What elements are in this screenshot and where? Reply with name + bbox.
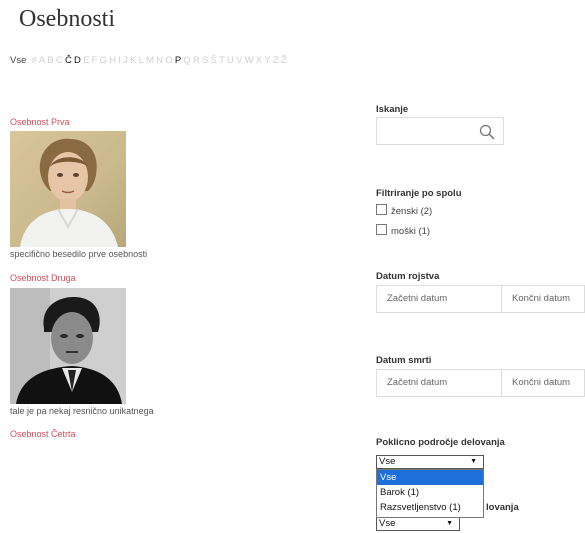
alphabet-letter-link[interactable]: C <box>56 55 63 66</box>
alphabet-letter-link[interactable]: N <box>156 55 163 66</box>
dropdown-arrow-icon[interactable]: ▼ <box>470 456 477 468</box>
search-label: Iskanje <box>376 104 409 115</box>
alphabet-letter-link[interactable]: H <box>109 55 116 66</box>
field-select[interactable]: Vse ▼ <box>376 455 484 469</box>
alphabet-letter-link[interactable]: P <box>175 55 181 66</box>
page-title: Osebnosti <box>19 6 115 32</box>
alphabet-letter-link[interactable]: D <box>74 55 81 66</box>
person-description: specifično besedilo prve osebnosti <box>10 249 148 259</box>
alphabet-letter-link[interactable]: S <box>202 55 208 66</box>
alphabet-letter-link[interactable]: V <box>236 55 242 66</box>
person-name[interactable]: Osebnost Druga <box>10 273 76 283</box>
dropdown-option[interactable]: Razsvetljenstvo (1) <box>377 500 483 515</box>
alphabet-letter-link[interactable]: Q <box>183 55 190 66</box>
alphabet-letter-link[interactable]: T <box>219 55 225 66</box>
alphabet-letter-link[interactable]: R <box>193 55 200 66</box>
woman-portrait-painting <box>10 131 126 247</box>
checkbox-icon[interactable] <box>376 224 387 235</box>
alphabet-letter-link[interactable]: O <box>165 55 172 66</box>
alphabet-letter-link[interactable]: # <box>31 55 36 66</box>
search-icon[interactable] <box>479 124 495 140</box>
alphabet-letter-link[interactable]: F <box>92 55 98 66</box>
alphabet-letter-link[interactable]: L <box>139 55 144 66</box>
man-portrait-photo <box>10 288 126 404</box>
person-photo[interactable] <box>10 288 126 404</box>
death-date-label: Datum smrti <box>376 355 432 366</box>
death-date-range: Začetni datum Končni datum <box>376 369 585 397</box>
dropdown-option[interactable]: Vse <box>377 470 483 485</box>
alphabet-letter-link[interactable]: M <box>146 55 154 66</box>
alphabet-letter-link[interactable]: Š <box>211 55 217 66</box>
person-name[interactable]: Osebnost Četrta <box>10 429 76 439</box>
alphabet-filter: Vse # A B C Č D E F G H I J K L M N O P Q R S Š T U V W X Y Z Ž <box>10 55 289 66</box>
checkbox-icon[interactable] <box>376 204 387 215</box>
person-name[interactable]: Osebnost Prva <box>10 117 70 127</box>
birth-date-label: Datum rojstva <box>376 271 440 282</box>
person-name-link[interactable]: Osebnost Druga <box>10 273 76 283</box>
death-end-date-input[interactable]: Končni datum <box>502 369 585 397</box>
alphabet-letter-link[interactable]: J <box>123 55 128 66</box>
person-name-link[interactable]: Osebnost Prva <box>10 117 70 127</box>
alphabet-letter-link[interactable]: W <box>245 55 254 66</box>
alphabet-all-link[interactable]: Vse <box>10 55 26 66</box>
alphabet-letter-link[interactable]: A <box>39 55 45 66</box>
alphabet-letter-link[interactable]: G <box>100 55 107 66</box>
alphabet-letter-link[interactable]: Y <box>264 55 270 66</box>
alphabet-letter-link[interactable]: B <box>47 55 53 66</box>
field-filter-label: Poklicno področje delovanja <box>376 437 505 448</box>
gender-filter-label: Filtriranje po spolu <box>376 188 462 199</box>
death-start-date-input[interactable]: Začetni datum <box>376 369 502 397</box>
birth-start-date-input[interactable]: Začetni datum <box>376 285 502 313</box>
alphabet-letter-link[interactable]: Ž <box>281 55 287 66</box>
field-filter-label-2: lovanja <box>486 502 519 513</box>
alphabet-letter-link[interactable]: Z <box>273 55 279 66</box>
alphabet-letter-link[interactable]: E <box>83 55 89 66</box>
alphabet-letter-link[interactable]: K <box>130 55 136 66</box>
birth-end-date-input[interactable]: Končni datum <box>502 285 585 313</box>
field-dropdown-list: Vse Barok (1) Razsvetljenstvo (1) <box>376 469 484 518</box>
birth-date-range: Začetni datum Končni datum <box>376 285 585 313</box>
female-checkbox[interactable]: ženski (2) <box>376 204 432 217</box>
alphabet-letter-link[interactable]: U <box>227 55 234 66</box>
person-name-link[interactable]: Osebnost Četrta <box>10 429 76 439</box>
dropdown-arrow-icon[interactable]: ▼ <box>446 518 453 530</box>
dropdown-option[interactable]: Barok (1) <box>377 485 483 500</box>
alphabet-letter-link[interactable]: X <box>256 55 262 66</box>
male-checkbox[interactable]: moški (1) <box>376 224 430 237</box>
alphabet-letter-link[interactable]: Č <box>65 55 72 66</box>
person-description: tale je pa nekaj resnično unikatnega <box>10 406 154 416</box>
alphabet-letter-link[interactable]: I <box>118 55 121 66</box>
search-input[interactable] <box>376 117 504 145</box>
person-photo[interactable] <box>10 131 126 247</box>
field-select-2[interactable]: Vse ▼ <box>376 517 460 531</box>
